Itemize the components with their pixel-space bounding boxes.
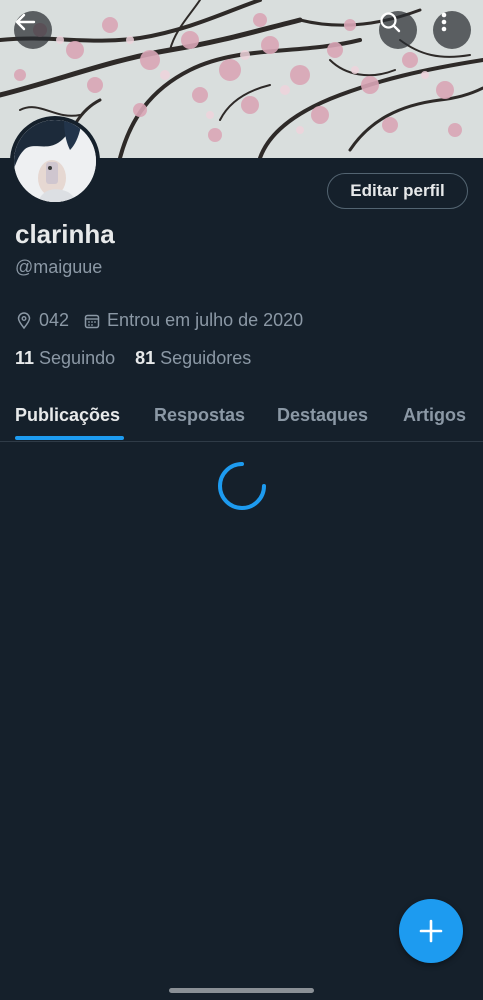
avatar-image bbox=[14, 120, 96, 202]
plus-icon bbox=[418, 918, 444, 944]
tab-publicacoes[interactable]: Publicações bbox=[15, 405, 120, 426]
calendar-icon bbox=[83, 312, 101, 330]
back-button[interactable] bbox=[14, 11, 52, 49]
edit-profile-label: Editar perfil bbox=[350, 181, 445, 200]
following-count: 11 bbox=[15, 348, 35, 368]
location-text: 042 bbox=[39, 310, 70, 330]
active-tab-indicator bbox=[15, 436, 124, 440]
following-link[interactable]: 11 Seguindo bbox=[15, 348, 115, 369]
edit-profile-button[interactable]: Editar perfil bbox=[327, 173, 468, 209]
joined-date: Entrou em julho de 2020 bbox=[107, 310, 304, 330]
followers-label: Seguidores bbox=[160, 348, 252, 368]
location-pin-icon bbox=[15, 311, 33, 330]
following-label: Seguindo bbox=[39, 348, 116, 368]
profile-tabs: Publicações Respostas Destaques Artigos bbox=[0, 393, 483, 442]
tab-respostas[interactable]: Respostas bbox=[154, 405, 245, 426]
display-name: clarinha bbox=[15, 219, 115, 249]
compose-post-button[interactable] bbox=[399, 899, 463, 963]
more-options-button[interactable] bbox=[433, 11, 471, 49]
search-button[interactable] bbox=[379, 11, 417, 49]
user-handle: @maiguue bbox=[15, 257, 103, 277]
tab-artigos[interactable]: Artigos bbox=[403, 405, 466, 426]
follow-stats: 11 Seguindo 81 Seguidores bbox=[15, 348, 271, 369]
profile-meta: 042 Entrou em julho de 2020 bbox=[15, 310, 303, 331]
loading-spinner-icon bbox=[218, 462, 266, 515]
followers-link[interactable]: 81 Seguidores bbox=[135, 348, 251, 369]
tab-destaques[interactable]: Destaques bbox=[277, 405, 368, 426]
gesture-navigation-bar[interactable] bbox=[169, 988, 314, 993]
avatar[interactable] bbox=[10, 116, 100, 206]
followers-count: 81 bbox=[135, 348, 156, 368]
